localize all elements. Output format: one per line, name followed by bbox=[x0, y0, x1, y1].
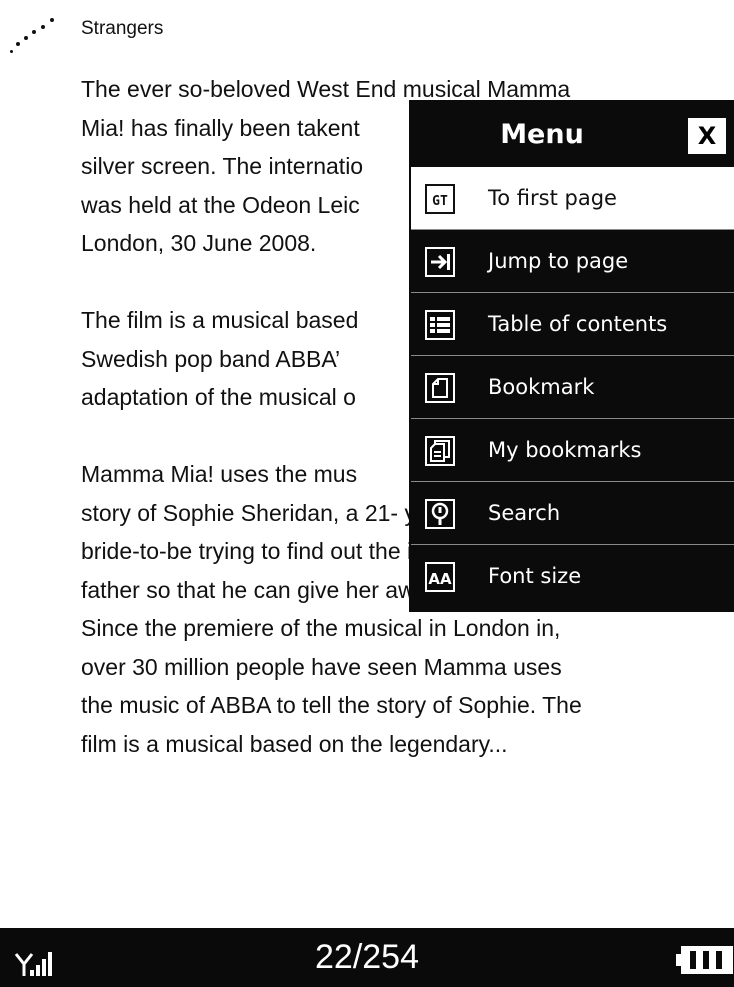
menu-item-jump-to-page[interactable]: Jump to page bbox=[411, 229, 734, 292]
text-line: Since the premiere of the musical in Lon… bbox=[81, 615, 561, 641]
menu-item-my-bookmarks[interactable]: My bookmarks bbox=[411, 418, 734, 481]
status-bar: 22/254 bbox=[0, 928, 734, 987]
menu-item-label: To first page bbox=[488, 186, 617, 210]
svg-text:GT: GT bbox=[432, 194, 448, 209]
menu-item-label: Font size bbox=[488, 564, 582, 588]
page-counter: 22/254 bbox=[315, 938, 419, 976]
context-menu: Menu X GT To first page Jump to page Tab… bbox=[409, 100, 734, 612]
reader-screen: Strangers The ever so-beloved West End m… bbox=[0, 0, 734, 987]
menu-item-font-size[interactable]: AA Font size bbox=[411, 544, 734, 607]
menu-item-table-of-contents[interactable]: Table of contents bbox=[411, 292, 734, 355]
menu-item-to-first-page[interactable]: GT To first page bbox=[411, 166, 734, 229]
font-size-icon: AA bbox=[425, 562, 455, 592]
menu-item-search[interactable]: Search bbox=[411, 481, 734, 544]
menu-item-label: Jump to page bbox=[488, 249, 629, 273]
menu-item-label: Search bbox=[488, 501, 561, 525]
table-of-contents-icon bbox=[425, 310, 455, 340]
menu-item-label: Bookmark bbox=[488, 375, 595, 399]
close-button[interactable]: X bbox=[688, 118, 726, 154]
first-page-icon: GT bbox=[425, 184, 455, 214]
my-bookmarks-icon bbox=[425, 436, 455, 466]
loading-dots-icon bbox=[8, 14, 56, 58]
jump-to-page-icon bbox=[425, 247, 455, 277]
search-icon bbox=[425, 499, 455, 529]
text-line: film is a musical based on the legendary… bbox=[81, 730, 508, 757]
svg-text:AA: AA bbox=[428, 570, 452, 588]
menu-header: Menu X bbox=[411, 102, 734, 166]
text-line: over 30 million people have seen Mamma u… bbox=[81, 653, 562, 680]
menu-title: Menu bbox=[500, 119, 584, 150]
text-line: the music of ABBA to tell the story of S… bbox=[81, 692, 582, 718]
bookmark-icon bbox=[425, 373, 455, 403]
menu-item-label: My bookmarks bbox=[488, 438, 642, 462]
menu-item-label: Table of contents bbox=[488, 312, 668, 336]
book-title: Strangers bbox=[81, 18, 164, 39]
menu-item-bookmark[interactable]: Bookmark bbox=[411, 355, 734, 418]
battery-icon bbox=[676, 946, 733, 974]
